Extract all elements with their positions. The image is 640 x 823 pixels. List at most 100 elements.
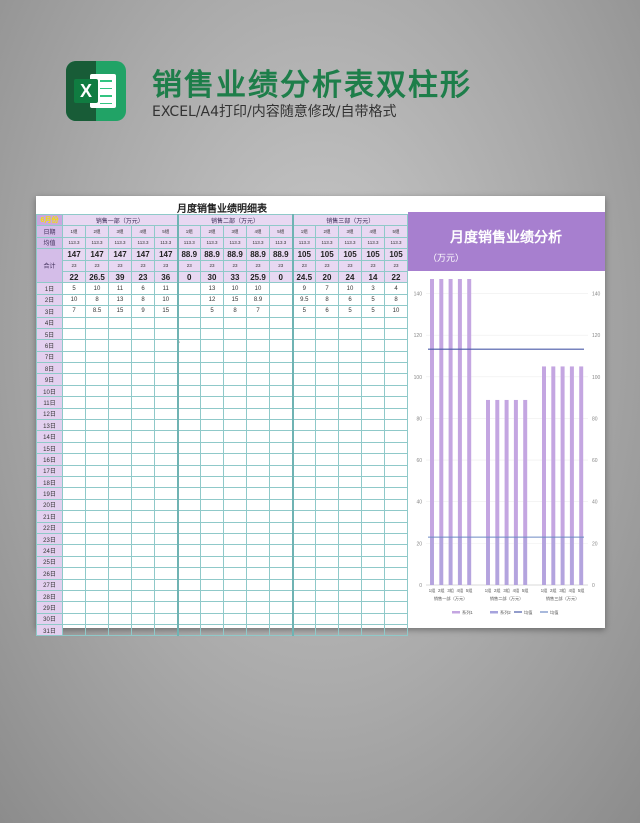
- day-value: 10: [62, 293, 86, 307]
- day-value: [85, 327, 109, 341]
- day-value: [223, 419, 247, 432]
- day-value: [269, 601, 294, 614]
- day-value: [269, 362, 294, 375]
- day-value: [108, 362, 132, 375]
- day-label: 25日: [36, 555, 63, 569]
- day-value: [131, 532, 155, 546]
- day-label: 5日: [36, 327, 63, 341]
- y-tick-label-right: 60: [592, 458, 598, 464]
- day-value: [108, 316, 132, 329]
- page-title: 销售业绩分析表双柱形: [152, 68, 472, 103]
- total-value: 147: [131, 248, 155, 261]
- day-value: [62, 430, 86, 443]
- group-header: 1组: [292, 225, 316, 238]
- day-value: [62, 510, 86, 523]
- day-value: 5: [338, 305, 362, 318]
- day-value: 10: [154, 293, 179, 307]
- day-value: [62, 339, 86, 352]
- day-label: 3日: [36, 305, 63, 318]
- day-value: [315, 464, 339, 478]
- sales-table: 6月份 销售一部（万元） 销售二部（万元） 销售三部（万元） 日期 1组 2组 3组 4组 5组 1…: [36, 213, 408, 637]
- x-tick-label: 3组: [559, 587, 566, 593]
- day-value: 10: [384, 305, 408, 318]
- day-value: [131, 430, 155, 443]
- day-value: [384, 316, 408, 329]
- y-tick-label-right: 100: [592, 375, 601, 381]
- day-value: [154, 430, 179, 443]
- day-value: ': [177, 339, 201, 352]
- day-value: [200, 555, 224, 569]
- total-value: 23: [384, 259, 408, 272]
- total-value: 23: [246, 259, 270, 272]
- bar-series2: [458, 537, 462, 585]
- day-value: [85, 453, 109, 466]
- day-value: [177, 362, 201, 375]
- total-value: 88.9: [200, 248, 224, 261]
- day-value: [177, 407, 201, 421]
- day-value: [246, 384, 270, 398]
- day-value: [269, 464, 294, 478]
- day-value: [131, 578, 155, 591]
- day-value: [62, 453, 86, 466]
- avg-value: 113.3: [315, 236, 339, 250]
- day-value: [315, 624, 339, 637]
- legend-label: 系列2: [500, 609, 511, 616]
- day-value: [108, 510, 132, 523]
- day-value: [223, 396, 247, 409]
- day-value: [269, 578, 294, 591]
- day-value: [85, 612, 109, 626]
- day-value: 8.5: [85, 305, 109, 318]
- day-value: [246, 350, 270, 364]
- day-value: [361, 419, 385, 432]
- day-value: [177, 475, 201, 489]
- total-value: 24.5: [292, 270, 316, 284]
- day-value: [292, 327, 316, 341]
- bar-chart: 0 020 2040 4060 6080 80100 100120 120140 1401组 2组…: [414, 279, 601, 616]
- total-value: 23: [131, 270, 155, 284]
- day-value: 3: [361, 282, 385, 295]
- day-label: 16日: [36, 453, 63, 466]
- group-header: 1组: [177, 225, 201, 238]
- bar-series2: [504, 537, 509, 585]
- total-value: 39: [108, 270, 132, 284]
- day-value: [246, 441, 270, 455]
- day-value: [384, 612, 408, 626]
- total-value: 0: [177, 270, 201, 284]
- day-value: [292, 441, 316, 455]
- day-value: [384, 453, 408, 466]
- day-value: 5: [292, 305, 316, 318]
- day-value: [154, 350, 179, 364]
- day-value: [85, 589, 109, 603]
- total-value: 22: [62, 270, 86, 284]
- day-value: [361, 407, 385, 421]
- day-value: [338, 601, 362, 614]
- day-value: [315, 339, 339, 352]
- total-value: 88.9: [246, 248, 270, 261]
- avg-value: 113.3: [177, 236, 201, 250]
- group-header: 2组: [315, 225, 339, 238]
- day-value: [292, 419, 316, 432]
- day-value: [62, 624, 86, 637]
- bar-series2: [523, 537, 527, 585]
- day-value: [338, 624, 362, 637]
- day-value: [200, 498, 224, 512]
- day-value: [269, 498, 294, 512]
- day-value: [361, 316, 385, 329]
- day-label: 10日: [36, 384, 63, 398]
- day-value: 15: [108, 305, 132, 318]
- total-value: 23: [200, 259, 224, 272]
- total-value: 23: [85, 259, 109, 272]
- avg-value: 113.3: [131, 236, 155, 250]
- day-value: [85, 464, 109, 478]
- total-value: 33: [223, 270, 247, 284]
- day-value: [246, 475, 270, 489]
- day-value: [108, 373, 132, 386]
- table-row: 合计 147 147 147 147 147 88.9 88.9 88.9 88.9 88.9 105…: [36, 248, 408, 284]
- day-value: [85, 555, 109, 569]
- day-value: [200, 521, 224, 534]
- day-value: [223, 441, 247, 455]
- day-value: [384, 601, 408, 614]
- day-value: [85, 544, 109, 557]
- day-value: [108, 384, 132, 398]
- day-value: 8: [315, 293, 339, 307]
